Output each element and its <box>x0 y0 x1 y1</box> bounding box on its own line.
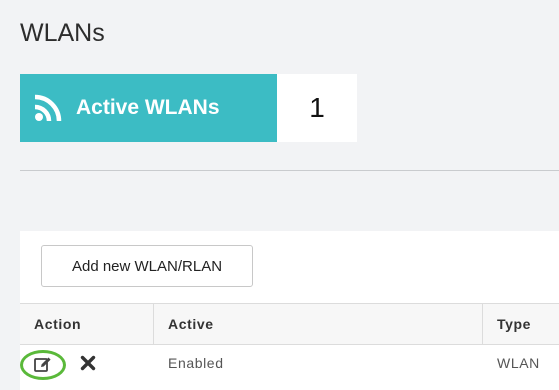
page-title: WLANs <box>20 19 105 47</box>
wifi-signal-icon <box>34 94 62 122</box>
edit-button[interactable] <box>20 350 66 380</box>
active-wlans-label-box: Active WLANs <box>20 74 277 142</box>
column-header-action[interactable]: Action <box>20 304 153 344</box>
add-wlan-button[interactable]: Add new WLAN/RLAN <box>41 245 253 287</box>
cell-type: WLAN <box>497 355 540 371</box>
section-divider <box>20 170 559 171</box>
active-wlans-tile[interactable]: Active WLANs 1 <box>20 74 357 142</box>
column-header-active[interactable]: Active <box>154 304 482 344</box>
column-header-type[interactable]: Type <box>483 304 559 344</box>
delete-icon[interactable] <box>80 355 96 371</box>
active-wlans-label: Active WLANs <box>76 96 220 119</box>
table-header: Action Active Type <box>20 303 559 345</box>
table-row[interactable]: Enabled WLAN <box>20 345 559 381</box>
cell-active: Enabled <box>168 355 224 371</box>
active-wlans-count: 1 <box>277 74 357 142</box>
wlan-list-panel: Add new WLAN/RLAN Action Active Type Ena… <box>20 231 559 390</box>
edit-icon <box>34 357 51 372</box>
